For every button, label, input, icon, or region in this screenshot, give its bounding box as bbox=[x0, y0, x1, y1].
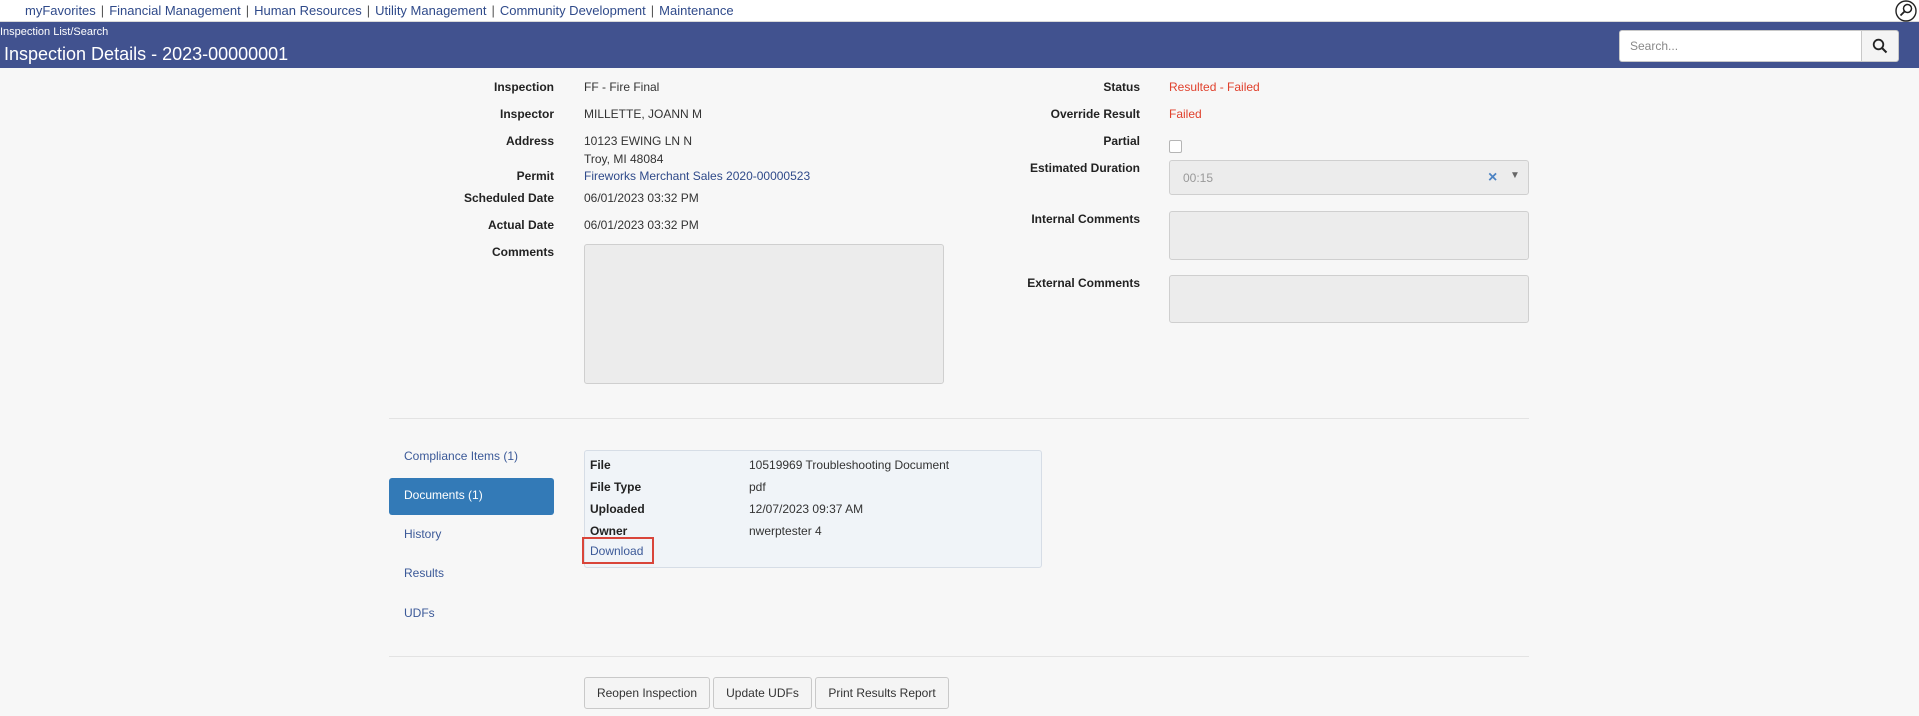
nav-link-maintenance[interactable]: Maintenance bbox=[659, 3, 733, 18]
tab-udfs[interactable]: UDFs bbox=[389, 596, 554, 633]
search-input[interactable] bbox=[1619, 30, 1862, 62]
nav-separator: | bbox=[366, 3, 371, 18]
nav-link-community-development[interactable]: Community Development bbox=[500, 3, 646, 18]
scheduled-date-label: Scheduled Date bbox=[463, 191, 554, 205]
tab-compliance-items[interactable]: Compliance Items (1) bbox=[389, 439, 554, 476]
address-line1: 10123 EWING LN N bbox=[584, 134, 693, 148]
inspection-label: Inspection bbox=[493, 80, 554, 94]
nav-link-utility-management[interactable]: Utility Management bbox=[375, 3, 486, 18]
breadcrumb[interactable]: Inspection List/Search bbox=[0, 26, 108, 38]
tab-results[interactable]: Results bbox=[389, 556, 554, 593]
estimated-duration-select[interactable]: 00:15 × ▼ bbox=[1169, 160, 1529, 195]
nav-separator: | bbox=[245, 3, 250, 18]
page-header: Inspection List/Search Inspection Detail… bbox=[0, 22, 1919, 68]
top-nav-links: myFavorites | Financial Management | Human R… bbox=[25, 3, 734, 18]
nav-separator: | bbox=[491, 3, 495, 18]
estimated-duration-value: 00:15 bbox=[1183, 171, 1214, 185]
reopen-inspection-button[interactable]: Reopen Inspection bbox=[584, 677, 710, 709]
actual-date-label: Actual Date bbox=[487, 218, 554, 232]
override-result-value: Failed bbox=[1169, 107, 1202, 121]
address-label: Address bbox=[505, 134, 554, 148]
internal-comments-field[interactable] bbox=[1169, 211, 1529, 260]
actual-date-value: 06/01/2023 03:32 PM bbox=[584, 218, 699, 232]
section-divider bbox=[389, 418, 1529, 419]
comments-label: Comments bbox=[491, 245, 554, 259]
file-type-value: pdf bbox=[749, 480, 766, 494]
file-value: 10519969 Troubleshooting Document bbox=[749, 458, 950, 472]
comments-field[interactable] bbox=[584, 244, 944, 384]
top-nav: myFavorites | Financial Management | Human R… bbox=[0, 0, 1919, 22]
estimated-duration-label: Estimated Duration bbox=[1029, 161, 1140, 175]
internal-comments-label: Internal Comments bbox=[1031, 212, 1140, 226]
scheduled-date-value: 06/01/2023 03:32 PM bbox=[584, 191, 699, 205]
magnifier-icon bbox=[1872, 38, 1888, 54]
uploaded-value: 12/07/2023 09:37 AM bbox=[749, 502, 864, 516]
override-result-label: Override Result bbox=[1050, 107, 1140, 121]
nav-link-myfavorites[interactable]: myFavorites bbox=[25, 3, 96, 18]
nav-separator: | bbox=[650, 3, 655, 18]
owner-value: nwerptester 4 bbox=[749, 524, 822, 538]
file-type-label: File Type bbox=[590, 480, 642, 494]
nav-link-human-resources[interactable]: Human Resources bbox=[254, 3, 362, 18]
nav-link-financial-management[interactable]: Financial Management bbox=[109, 3, 241, 18]
owner-label: Owner bbox=[590, 524, 628, 538]
clear-icon[interactable]: × bbox=[1488, 169, 1497, 187]
external-comments-field[interactable] bbox=[1169, 275, 1529, 323]
inspection-value: FF - Fire Final bbox=[584, 80, 660, 94]
tab-history[interactable]: History bbox=[389, 517, 554, 554]
search-button[interactable] bbox=[1861, 30, 1899, 62]
partial-label: Partial bbox=[1103, 134, 1140, 148]
status-value: Resulted - Failed bbox=[1169, 80, 1260, 94]
uploaded-label: Uploaded bbox=[590, 502, 645, 516]
permit-link[interactable]: Fireworks Merchant Sales 2020-00000523 bbox=[584, 169, 810, 183]
partial-checkbox[interactable] bbox=[1169, 140, 1182, 153]
download-link[interactable]: Download bbox=[582, 537, 654, 564]
chevron-down-icon[interactable]: ▼ bbox=[1510, 170, 1520, 181]
nav-separator: | bbox=[100, 3, 105, 18]
address-line2: Troy, MI 48084 bbox=[584, 152, 664, 166]
permit-label: Permit bbox=[516, 169, 554, 183]
section-divider bbox=[389, 656, 1529, 657]
inspector-value: MILLETTE, JOANN M bbox=[584, 107, 703, 121]
search-icon[interactable] bbox=[1895, 0, 1917, 22]
tab-documents[interactable]: Documents (1) bbox=[389, 478, 554, 515]
print-results-report-button[interactable]: Print Results Report bbox=[815, 677, 949, 709]
file-label: File bbox=[590, 458, 611, 472]
update-udfs-button[interactable]: Update UDFs bbox=[713, 677, 812, 709]
page-title: Inspection Details - 2023-00000001 bbox=[4, 44, 289, 64]
status-label: Status bbox=[1103, 80, 1140, 94]
inspector-label: Inspector bbox=[499, 107, 554, 121]
external-comments-label: External Comments bbox=[1027, 276, 1140, 290]
